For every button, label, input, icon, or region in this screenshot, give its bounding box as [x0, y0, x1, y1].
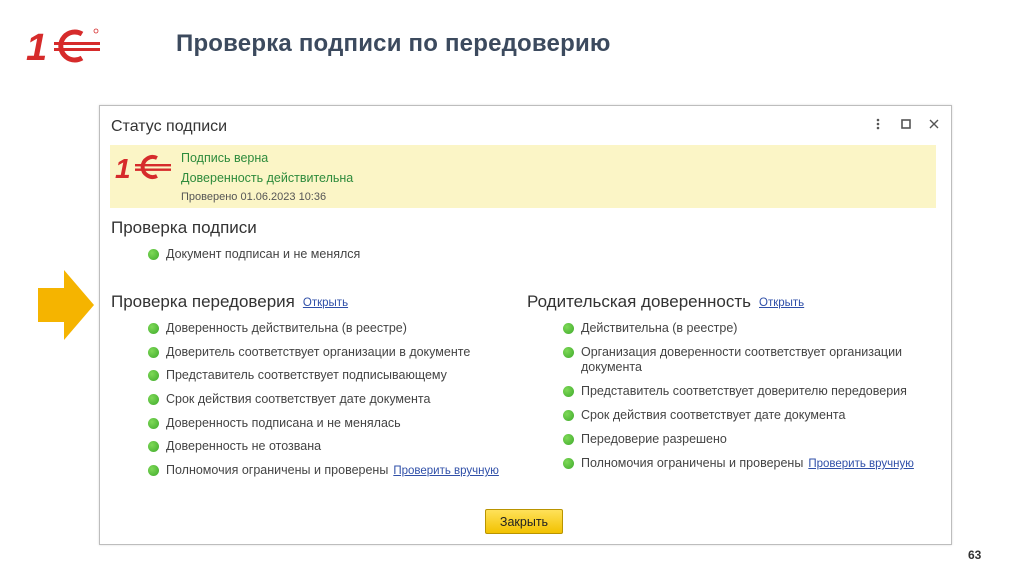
- signature-valid-text: Подпись верна: [181, 151, 269, 165]
- check-ok-icon: [148, 323, 159, 334]
- window-controls: [871, 116, 941, 132]
- list-item: Передоверие разрешено: [563, 432, 943, 447]
- list-item: Срок действия соответствует дате докумен…: [563, 408, 943, 423]
- status-banner: 1 Подпись верна Доверенность действитель…: [110, 145, 936, 208]
- maximize-icon[interactable]: [899, 116, 913, 132]
- close-icon[interactable]: [927, 116, 941, 132]
- svg-text:1: 1: [115, 153, 131, 181]
- list-item: Доверенность не отозвана: [148, 439, 528, 454]
- checked-timestamp: Проверено 01.06.2023 10:36: [181, 191, 327, 203]
- list-item: Полномочия ограничены и проверены Провери…: [148, 463, 528, 479]
- list-item: Полномочия ограничены и проверены Провери…: [563, 456, 943, 472]
- check-ok-icon: [563, 458, 574, 469]
- check-ok-icon: [148, 465, 159, 477]
- delegation-check-title: Проверка передоверия Открыть: [111, 292, 349, 311]
- check-ok-icon: [563, 347, 574, 358]
- check-ok-icon: [563, 434, 574, 445]
- dialog-title: Статус подписи: [111, 118, 228, 135]
- 1c-logo: 1: [26, 27, 100, 66]
- parent-power-title: Родительская доверенность Открыть: [527, 292, 805, 311]
- check-ok-icon: [563, 410, 574, 421]
- list-item: Действительна (в реестре): [563, 321, 943, 336]
- signature-check-list: Документ подписан и не менялся: [148, 247, 360, 262]
- check-ok-icon: [148, 417, 159, 429]
- list-item: Доверенность подписана и не менялась: [148, 416, 528, 431]
- list-item: Доверенность действительна (в реестре): [148, 321, 528, 336]
- power-valid-text: Доверенность действительна: [181, 171, 354, 185]
- page-number: 63: [968, 548, 982, 562]
- arrow-right-icon: [38, 270, 94, 340]
- list-item: Представитель соответствует доверителю п…: [563, 384, 943, 399]
- list-item: Организация доверенности соответствует о…: [563, 345, 928, 375]
- delegation-check-list: Доверенность действительна (в реестре) Д…: [148, 321, 528, 479]
- check-ok-icon: [563, 386, 574, 397]
- check-ok-icon: [148, 370, 159, 382]
- check-ok-icon: [148, 394, 159, 406]
- list-item: Срок действия соответствует дате докумен…: [148, 392, 528, 407]
- verify-manually-link[interactable]: Проверить вручную: [808, 458, 914, 470]
- close-button[interactable]: Закрыть: [485, 509, 563, 534]
- check-ok-icon: [148, 249, 159, 260]
- list-item: Доверитель соответствует организации в д…: [148, 345, 528, 360]
- check-ok-icon: [148, 346, 159, 358]
- check-ok-icon: [148, 441, 159, 453]
- list-item: Представитель соответствует подписывающе…: [148, 368, 528, 383]
- 1c-logo: 1: [115, 153, 171, 181]
- list-item: Документ подписан и не менялся: [148, 247, 360, 262]
- signature-check-title: Проверка подписи: [111, 218, 257, 237]
- parent-power-list: Действительна (в реестре) Организация до…: [563, 321, 943, 472]
- svg-text:1: 1: [26, 27, 47, 66]
- slide-title: Проверка подписи по передоверию: [176, 30, 611, 57]
- open-delegation-link[interactable]: Открыть: [303, 297, 348, 309]
- verify-manually-link[interactable]: Проверить вручную: [393, 465, 499, 477]
- more-icon[interactable]: [871, 116, 885, 132]
- signature-status-dialog: Статус подписи 1 Подпись верна Доверенно…: [99, 105, 952, 545]
- open-parent-power-link[interactable]: Открыть: [759, 297, 804, 309]
- check-ok-icon: [563, 323, 574, 334]
